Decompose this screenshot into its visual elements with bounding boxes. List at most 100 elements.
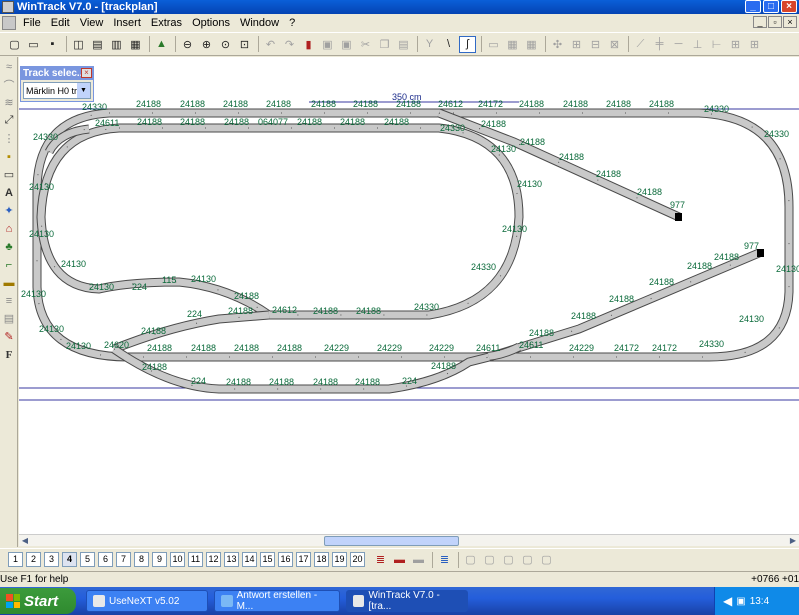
layer-tool-icon[interactable]: ≡: [1, 292, 17, 309]
flip-icon[interactable]: ⊠: [606, 36, 623, 53]
zoom-area-icon[interactable]: ⊙: [217, 36, 234, 53]
task-wintrack[interactable]: WinTrack V7.0 - [tra...: [346, 590, 468, 612]
doc-close-button[interactable]: ×: [783, 16, 797, 28]
stack-icon[interactable]: ≣: [436, 551, 453, 568]
menu-edit[interactable]: Edit: [46, 17, 75, 29]
wagon-icon[interactable]: ▬: [410, 551, 427, 568]
track-selection-panel[interactable]: Track selec... × Märklin H0 tra ▼: [20, 66, 94, 102]
page-tab-6[interactable]: 6: [98, 552, 113, 567]
page-tab-14[interactable]: 14: [242, 552, 257, 567]
page-tab-13[interactable]: 13: [224, 552, 239, 567]
pattern-tool-icon[interactable]: ▤: [1, 310, 17, 327]
zoom-fit-icon[interactable]: ⊡: [236, 36, 253, 53]
track-outer-loop[interactable]: [32, 108, 794, 362]
curve-tool-icon[interactable]: ⌒: [1, 76, 17, 93]
track-split-icon[interactable]: Y: [421, 36, 438, 53]
menu-window[interactable]: Window: [235, 17, 284, 29]
save-icon[interactable]: ▪: [44, 36, 61, 53]
flex-tool-icon[interactable]: ≋: [1, 94, 17, 111]
zoom-out-icon[interactable]: ⊖: [179, 36, 196, 53]
print-preview-icon[interactable]: ◫: [70, 36, 87, 53]
flex-track-tool-icon[interactable]: ≈: [1, 58, 17, 75]
nav-prev-icon[interactable]: ▢: [481, 551, 498, 568]
document-icon[interactable]: [2, 15, 16, 30]
layer-stack-icon[interactable]: ≣: [372, 551, 389, 568]
ungroup-icon[interactable]: ▣: [338, 36, 355, 53]
tray-network-icon[interactable]: ▣: [736, 596, 745, 607]
new-icon[interactable]: ▢: [6, 36, 23, 53]
track-system-select[interactable]: Märklin H0 tra ▼: [23, 82, 91, 99]
open-icon[interactable]: ▭: [25, 36, 42, 53]
nav-first-icon[interactable]: ▢: [462, 551, 479, 568]
group-icon[interactable]: ▣: [319, 36, 336, 53]
page-tab-2[interactable]: 2: [26, 552, 41, 567]
page-tab-12[interactable]: 12: [206, 552, 221, 567]
scenery-tool-icon[interactable]: ⌐: [1, 256, 17, 273]
cut-icon[interactable]: ✂: [357, 36, 374, 53]
start-button[interactable]: Start: [0, 588, 76, 614]
junction-icon[interactable]: ╪: [651, 36, 668, 53]
page-tab-11[interactable]: 11: [188, 552, 203, 567]
terrain-tool-icon[interactable]: ▬: [1, 274, 17, 291]
horizontal-scrollbar[interactable]: ◀ ▶: [19, 534, 799, 546]
align-icon[interactable]: ▦: [504, 36, 521, 53]
connect-icon[interactable]: ✣: [549, 36, 566, 53]
close-button[interactable]: ×: [781, 0, 797, 13]
page-tab-20[interactable]: 20: [350, 552, 365, 567]
maximize-button[interactable]: □: [763, 0, 779, 13]
mirror-icon[interactable]: ⊟: [587, 36, 604, 53]
building-tool-icon[interactable]: ▭: [1, 166, 17, 183]
menu-options[interactable]: Options: [187, 17, 235, 29]
house-tool-icon[interactable]: ⌂: [1, 220, 17, 237]
paste-icon[interactable]: ▤: [395, 36, 412, 53]
print-setup-icon[interactable]: ▥: [108, 36, 125, 53]
signal-tool-icon[interactable]: ▪: [1, 148, 17, 165]
nav-next-icon[interactable]: ▢: [500, 551, 517, 568]
chevron-down-icon[interactable]: ▼: [77, 83, 90, 98]
task-usenext[interactable]: UseNeXT v5.02: [86, 590, 208, 612]
tray-back-icon[interactable]: ◀: [723, 594, 732, 608]
menu-view[interactable]: View: [75, 17, 109, 29]
page-tab-15[interactable]: 15: [260, 552, 275, 567]
text-tool-icon[interactable]: A: [1, 184, 17, 201]
scroll-right-icon[interactable]: ▶: [787, 535, 799, 547]
font-tool-icon[interactable]: F: [1, 346, 17, 363]
page-tab-8[interactable]: 8: [134, 552, 149, 567]
marker-tool-icon[interactable]: ✦: [1, 202, 17, 219]
nav-last-icon[interactable]: ▢: [519, 551, 536, 568]
page-tab-19[interactable]: 19: [332, 552, 347, 567]
doc-minimize-button[interactable]: _: [753, 16, 767, 28]
switch-icon[interactable]: ⟋: [632, 36, 649, 53]
scroll-thumb[interactable]: [324, 536, 459, 546]
page-tab-10[interactable]: 10: [170, 552, 185, 567]
line-icon[interactable]: \: [440, 36, 457, 53]
ruler-icon[interactable]: ⊢: [708, 36, 725, 53]
train-icon[interactable]: ▬: [391, 551, 408, 568]
redo-icon[interactable]: ↷: [281, 36, 298, 53]
grid-icon[interactable]: ⊞: [727, 36, 744, 53]
tree-tool-icon[interactable]: ♣: [1, 238, 17, 255]
brush-tool-icon[interactable]: ✎: [1, 328, 17, 345]
undo-icon[interactable]: ↶: [262, 36, 279, 53]
menu-insert[interactable]: Insert: [108, 17, 146, 29]
track-plan-drawing[interactable]: 350 cm 24330 24188 24188 24188 24188 24188 241…: [19, 57, 799, 534]
page-tab-4[interactable]: 4: [62, 552, 77, 567]
picture-icon[interactable]: ▲: [153, 36, 170, 53]
task-browser[interactable]: Antwort erstellen - M...: [214, 590, 340, 612]
straight-icon[interactable]: ─: [670, 36, 687, 53]
page-tab-18[interactable]: 18: [314, 552, 329, 567]
buffer-stop-1[interactable]: [675, 213, 682, 221]
parts-list-icon[interactable]: ▦: [127, 36, 144, 53]
page-tab-1[interactable]: 1: [8, 552, 23, 567]
branch-icon[interactable]: ⊥: [689, 36, 706, 53]
page-tab-3[interactable]: 3: [44, 552, 59, 567]
rotate-icon[interactable]: ⊞: [568, 36, 585, 53]
layer-icon[interactable]: ▭: [485, 36, 502, 53]
menu-help[interactable]: ?: [284, 17, 300, 29]
copy-icon[interactable]: ❐: [376, 36, 393, 53]
doc-restore-button[interactable]: ▫: [768, 16, 782, 28]
nav-end-icon[interactable]: ▢: [538, 551, 555, 568]
panel-close-icon[interactable]: ×: [81, 68, 92, 78]
arrange-icon[interactable]: ▦: [523, 36, 540, 53]
zoom-in-icon[interactable]: ⊕: [198, 36, 215, 53]
